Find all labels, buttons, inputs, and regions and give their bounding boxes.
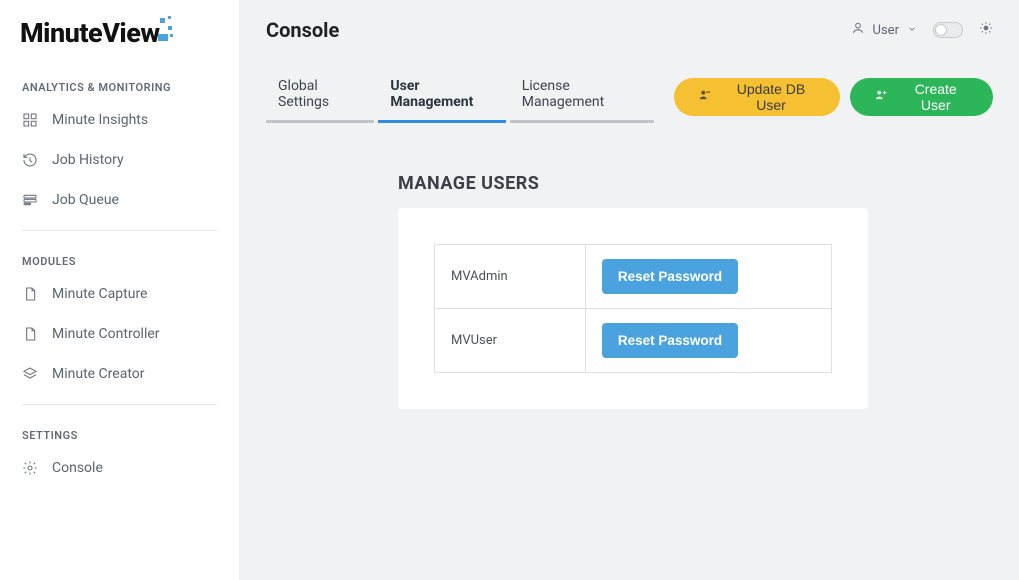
sidebar-item-label: Minute Creator [52,366,145,382]
sidebar-item-label: Minute Insights [52,112,148,128]
topbar: Console User [266,18,993,42]
sidebar: MinuteView ANALYTICS & MONITORING Minute … [0,0,240,580]
brand-part1: Minute [20,17,102,49]
brand-text: MinuteView [20,14,178,49]
user-action-cell: Reset Password [585,309,831,373]
sidebar-item-label: Minute Controller [52,326,160,342]
brand-dots-icon [158,14,178,42]
sidebar-item-minute-capture[interactable]: Minute Capture [0,274,239,314]
sidebar-item-label: Job Queue [52,192,119,208]
sun-icon [979,21,993,39]
sidebar-item-console[interactable]: Console [0,448,239,488]
reset-password-button[interactable]: Reset Password [602,259,738,294]
sidebar-item-label: Job History [52,152,124,168]
sidebar-divider [22,230,217,231]
sidebar-item-job-history[interactable]: Job History [0,140,239,180]
user-name-cell: MVAdmin [435,245,586,309]
user-menu[interactable]: User [851,21,917,39]
brand-part2: View [102,17,159,49]
sidebar-item-label: Console [52,460,103,476]
user-edit-icon [698,88,712,105]
user-name-cell: MVUser [435,309,586,373]
table-row: MVUser Reset Password [435,309,832,373]
tab-license-management[interactable]: License Management [510,70,654,123]
file-icon [22,326,38,342]
file-icon [22,286,38,302]
create-user-label: Create User [902,81,969,113]
update-db-user-button[interactable]: Update DB User [674,78,841,116]
sidebar-item-minute-insights[interactable]: Minute Insights [0,100,239,140]
manage-users-heading: MANAGE USERS [398,173,868,194]
table-row: MVAdmin Reset Password [435,245,832,309]
sidebar-section-title: MODULES [0,235,239,274]
user-plus-icon [874,88,888,105]
create-user-button[interactable]: Create User [850,78,993,116]
sidebar-item-label: Minute Capture [52,286,147,302]
sidebar-item-job-queue[interactable]: Job Queue [0,180,239,220]
brand-logo: MinuteView [0,14,239,61]
user-action-cell: Reset Password [585,245,831,309]
insights-icon [22,112,38,128]
tabs: Global SettingsUser ManagementLicense Ma… [266,70,654,123]
theme-toggle[interactable] [933,22,963,38]
user-icon [851,21,865,39]
main-content: Console User Global SettingsUser Managem… [240,0,1019,580]
tab-user-management[interactable]: User Management [378,70,505,123]
layers-icon [22,366,38,382]
sidebar-item-minute-controller[interactable]: Minute Controller [0,314,239,354]
user-label: User [873,23,899,38]
users-table: MVAdmin Reset Password MVUser Reset Passwor… [434,244,832,373]
reset-password-button[interactable]: Reset Password [602,323,738,358]
history-icon [22,152,38,168]
sidebar-item-minute-creator[interactable]: Minute Creator [0,354,239,394]
manage-users-card: MVAdmin Reset Password MVUser Reset Passwor… [398,208,868,409]
topbar-right: User [851,21,993,39]
tab-global-settings[interactable]: Global Settings [266,70,374,123]
sidebar-section-title: SETTINGS [0,409,239,448]
tab-row: Global SettingsUser ManagementLicense Ma… [266,70,993,123]
chevron-down-icon [907,23,917,38]
page-title: Console [266,18,339,42]
update-db-user-label: Update DB User [726,81,817,113]
queue-icon [22,192,38,208]
sidebar-divider [22,404,217,405]
gear-icon [22,460,38,476]
sidebar-section-title: ANALYTICS & MONITORING [0,61,239,100]
